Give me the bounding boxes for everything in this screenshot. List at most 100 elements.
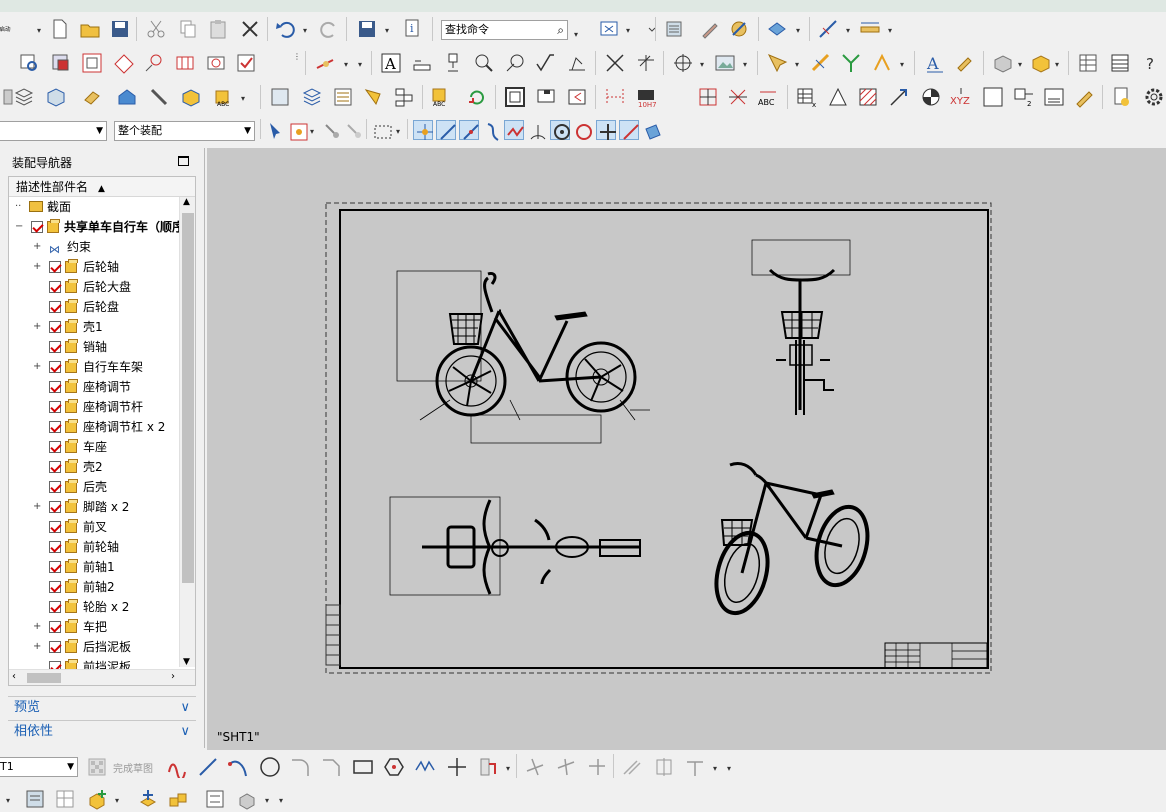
tree-row[interactable]: 座椅调节 <box>9 377 181 397</box>
save-icon[interactable] <box>109 18 131 40</box>
profile-icon[interactable] <box>166 756 188 778</box>
search-dropdown-icon[interactable]: ▾ <box>574 30 578 39</box>
column-header[interactable]: 描述性部件名 ▲ <box>9 177 195 197</box>
select-filter-icon[interactable] <box>288 121 308 141</box>
select-filter-dropdown-icon[interactable]: ▾ <box>310 127 314 136</box>
help-icon[interactable]: ? <box>1141 52 1163 74</box>
tree-row[interactable]: + 后挡泥板 <box>9 637 181 657</box>
assembly-constraint-icon[interactable] <box>167 788 189 810</box>
weld-symbol-icon[interactable] <box>566 52 588 74</box>
tree-row[interactable]: + 车把 <box>9 617 181 637</box>
view-orientation-icon[interactable] <box>766 18 788 40</box>
sketch-more-options-icon[interactable]: ▾ <box>727 764 731 773</box>
visibility-checkbox[interactable] <box>49 601 61 613</box>
scroll-down-icon[interactable]: ▼ <box>183 657 190 667</box>
move-component-icon[interactable] <box>137 788 159 810</box>
more-dropdown-icon[interactable] <box>641 26 656 48</box>
xyz-icon[interactable]: XYZ <box>950 86 972 108</box>
detail-view-icon[interactable] <box>143 52 165 74</box>
select-mode-icon[interactable] <box>266 121 284 139</box>
undo-icon[interactable] <box>275 18 297 40</box>
snap-icon-1[interactable] <box>766 52 788 74</box>
zoom-icon[interactable] <box>473 52 495 74</box>
snap-quadrant-icon[interactable] <box>573 121 592 140</box>
drawing-sheet[interactable] <box>207 148 1166 750</box>
tree-row[interactable]: ·· 截面 <box>9 197 181 217</box>
overflow-menu-icon[interactable]: ⋮ <box>293 52 301 61</box>
dimension-icon-1[interactable] <box>604 86 626 108</box>
note-box-icon[interactable] <box>1043 86 1065 108</box>
visibility-checkbox[interactable] <box>49 501 61 513</box>
visibility-checkbox[interactable] <box>49 361 61 373</box>
dimension-abc-icon[interactable]: ABC <box>757 86 779 108</box>
break-view-icon[interactable] <box>174 52 196 74</box>
select-icon-3[interactable] <box>322 121 340 139</box>
snap-midpoint-icon[interactable] <box>459 120 479 140</box>
finish-sketch-label[interactable]: 完成草图 <box>113 760 153 775</box>
snap-endpoint-icon[interactable] <box>436 120 456 140</box>
drawing-view-icon-5[interactable] <box>393 86 415 108</box>
brush-icon[interactable] <box>1073 86 1095 108</box>
expand-icon[interactable]: + <box>33 257 41 277</box>
snap-curve-icon[interactable] <box>482 121 500 141</box>
start-dropdown-icon[interactable]: ▾ <box>37 26 41 35</box>
tree-row[interactable]: − 共享单车自行车（顺序 <box>9 217 184 237</box>
snap-center-icon[interactable] <box>550 120 570 140</box>
expand-icon[interactable]: + <box>33 237 41 257</box>
visibility-checkbox[interactable] <box>49 541 61 553</box>
visibility-checkbox[interactable] <box>49 561 61 573</box>
tree-row[interactable]: 座椅调节杆 <box>9 397 181 417</box>
dimension-icon-4[interactable] <box>727 86 749 108</box>
snap-dropdown-icon[interactable]: ▾ <box>795 60 799 69</box>
update-view-icon[interactable] <box>235 52 257 74</box>
assembly-icon-8[interactable]: ABC <box>213 86 235 108</box>
arrow-icon[interactable] <box>888 86 910 108</box>
abc-part-icon[interactable]: ABC <box>430 86 452 108</box>
visibility-checkbox[interactable] <box>49 341 61 353</box>
tree-row[interactable]: + 壳1 <box>9 317 181 337</box>
visibility-checkbox[interactable] <box>49 581 61 593</box>
drawing-view-icon-2[interactable] <box>301 86 323 108</box>
center-mark-icon[interactable] <box>672 52 694 74</box>
copy-icon[interactable] <box>177 18 199 40</box>
drawing-view-icon-3[interactable] <box>332 86 354 108</box>
line-icon[interactable] <box>197 756 219 778</box>
exploded-view-icon[interactable] <box>204 788 226 810</box>
assembly-toolbar-dropdown-icon[interactable]: ▾ <box>6 796 10 805</box>
type-filter-select[interactable]: ▼ <box>0 121 107 141</box>
view-icon-1[interactable] <box>18 52 40 74</box>
expand-icon[interactable]: + <box>33 637 41 657</box>
cut-icon[interactable] <box>145 18 167 40</box>
snap-icon-3[interactable] <box>840 52 862 74</box>
sketch-more-icon[interactable]: ▾ <box>358 60 362 69</box>
new-component-icon[interactable] <box>86 788 108 810</box>
offset-dropdown-icon[interactable]: ▾ <box>506 764 510 773</box>
visibility-checkbox[interactable] <box>49 421 61 433</box>
component-dropdown-icon[interactable]: ▾ <box>1018 60 1022 69</box>
constraint-icon-1[interactable] <box>621 756 643 778</box>
navigator-vertical-scrollbar[interactable]: ▲ ▼ <box>179 197 195 667</box>
visibility-checkbox[interactable] <box>49 461 61 473</box>
assembly-icon-7[interactable] <box>180 86 202 108</box>
snap-arc-icon[interactable] <box>527 121 546 140</box>
extend-icon[interactable] <box>555 756 577 778</box>
scroll-left-icon[interactable]: ‹ <box>12 671 16 682</box>
select-icon-4[interactable] <box>344 121 362 139</box>
tree-row[interactable]: + 脚踏 x 2 <box>9 497 181 517</box>
tree-row[interactable]: 车座 <box>9 437 181 457</box>
broken-out-icon[interactable] <box>205 52 227 74</box>
wcs-icon[interactable] <box>817 18 839 40</box>
datum-feature-icon[interactable] <box>442 52 464 74</box>
chevron-down-icon[interactable]: ∨ <box>180 721 190 743</box>
snap-point-icon[interactable] <box>413 120 433 140</box>
measure-icon[interactable] <box>859 18 881 40</box>
table-icon[interactable] <box>1077 52 1099 74</box>
assembly-icon-2[interactable] <box>13 86 35 108</box>
dependencies-panel-header[interactable]: 相依性 ∨ <box>8 720 196 742</box>
tree-row[interactable]: 后轮盘 <box>9 297 181 317</box>
target-point-icon[interactable] <box>504 52 526 74</box>
assembly-icon-1[interactable] <box>0 86 14 108</box>
open-folder-icon[interactable] <box>79 18 101 40</box>
assembly-more-icon[interactable]: ▾ <box>279 796 283 805</box>
sheet-select[interactable]: T1 ▼ <box>0 757 78 777</box>
